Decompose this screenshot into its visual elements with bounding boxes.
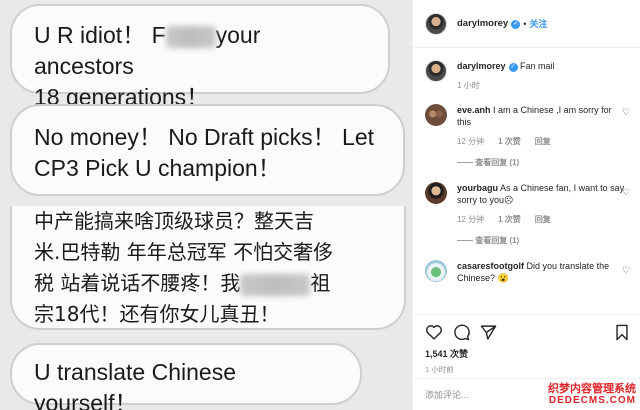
chat-bubble: U translate Chinese yourself！ <box>10 343 362 410</box>
heart-icon[interactable]: ♡ <box>622 108 631 117</box>
comment-item: eve.anh I am a Chinese ,I am sorry for t… <box>413 104 640 169</box>
heart-icon[interactable]: ♡ <box>622 266 631 275</box>
username-link[interactable]: darylmorey ✓ <box>457 18 521 29</box>
username-link[interactable]: darylmorey <box>457 61 506 71</box>
comment-icon[interactable] <box>453 324 470 341</box>
watermark-text: DEDECMS.COM <box>548 395 636 406</box>
likes-count[interactable]: 1 次赞 <box>498 214 521 226</box>
caption: darylmorey ✓ Fan mail 1 小时 <box>413 48 640 92</box>
likes-count[interactable]: 1 次赞 <box>498 136 521 148</box>
verified-badge-icon: ✓ <box>511 20 521 29</box>
share-icon[interactable] <box>480 324 497 341</box>
comment-item: casaresfootgolf Did you translate the Ch… <box>413 260 640 284</box>
censor-blur <box>240 273 311 296</box>
chat-bubble: U R idiot！ Fyour ancestors 18 generation… <box>10 4 390 110</box>
watermark-text: 织梦内容管理系统 <box>548 382 636 395</box>
reply-button[interactable]: 回复 <box>535 136 551 148</box>
timestamp[interactable]: 12 分钟 <box>457 136 484 148</box>
follow-button[interactable]: 关注 <box>529 17 547 30</box>
bubble-text: U R idiot！ F <box>34 22 166 48</box>
bookmark-icon[interactable] <box>615 324 629 341</box>
username-link[interactable]: yourbagu <box>457 183 498 193</box>
bubble-text: 中产能搞来啥顶级球员？整天吉 <box>34 209 314 233</box>
avatar[interactable] <box>425 260 447 282</box>
post-timestamp[interactable]: 1 小时前 <box>425 364 629 375</box>
avatar[interactable] <box>425 60 447 82</box>
avatar[interactable] <box>425 104 447 126</box>
username-link[interactable]: eve.anh <box>457 105 491 115</box>
view-replies-button[interactable]: —— 查看回复 (1) <box>457 157 627 169</box>
timestamp[interactable]: 1 小时 <box>457 79 555 92</box>
bubble-text: U translate Chinese yourself！ <box>34 359 236 410</box>
caption-text: Fan mail <box>520 61 555 71</box>
chat-bubble: No money！ No Draft picks！ Let CP3 Pick U… <box>10 104 405 196</box>
censor-blur <box>165 25 216 48</box>
post-header: darylmorey ✓ • 关注 <box>413 0 640 48</box>
reply-button[interactable]: 回复 <box>535 214 551 226</box>
comment-item: yourbagu As a Chinese fan, I want to say… <box>413 182 640 247</box>
add-comment-placeholder: 添加评论... <box>425 390 469 400</box>
bubble-text: No money！ No Draft picks！ Let <box>34 124 375 150</box>
view-replies-button[interactable]: —— 查看回复 (1) <box>457 235 627 247</box>
avatar[interactable] <box>425 12 447 35</box>
bubble-text: 米.巴特勒 年年总冠军 不怕交奢侈 <box>34 240 334 264</box>
like-heart-icon[interactable] <box>425 324 443 340</box>
bubble-text: 宗18代！还有你女儿真丑！ <box>34 302 280 326</box>
post-sidebar: darylmorey ✓ • 关注 darylmorey ✓ Fan mail 1 … <box>412 0 640 410</box>
avatar[interactable] <box>425 182 447 204</box>
likes-count[interactable]: 1,541 次赞 <box>425 347 629 360</box>
chat-bubble: 中产能搞来啥顶级球员？整天吉 米.巴特勒 年年总冠军 不怕交奢侈 税 站着说话不… <box>10 206 406 330</box>
heart-icon[interactable]: ♡ <box>622 188 631 197</box>
action-bar: 1,541 次赞 1 小时前 <box>413 314 640 375</box>
bubble-text: 祖 <box>310 271 331 295</box>
separator-dot: • <box>523 18 527 29</box>
verified-badge-icon: ✓ <box>508 63 518 72</box>
bubble-text: 税 站着说话不腰疼！我 <box>34 271 241 295</box>
post-image: U R idiot！ Fyour ancestors 18 generation… <box>0 0 412 410</box>
bubble-text: CP3 Pick U champion！ <box>34 155 281 181</box>
username-link[interactable]: casaresfootgolf <box>457 261 524 271</box>
watermark: 织梦内容管理系统 DEDECMS.COM <box>548 382 636 406</box>
timestamp[interactable]: 12 分钟 <box>457 214 484 226</box>
